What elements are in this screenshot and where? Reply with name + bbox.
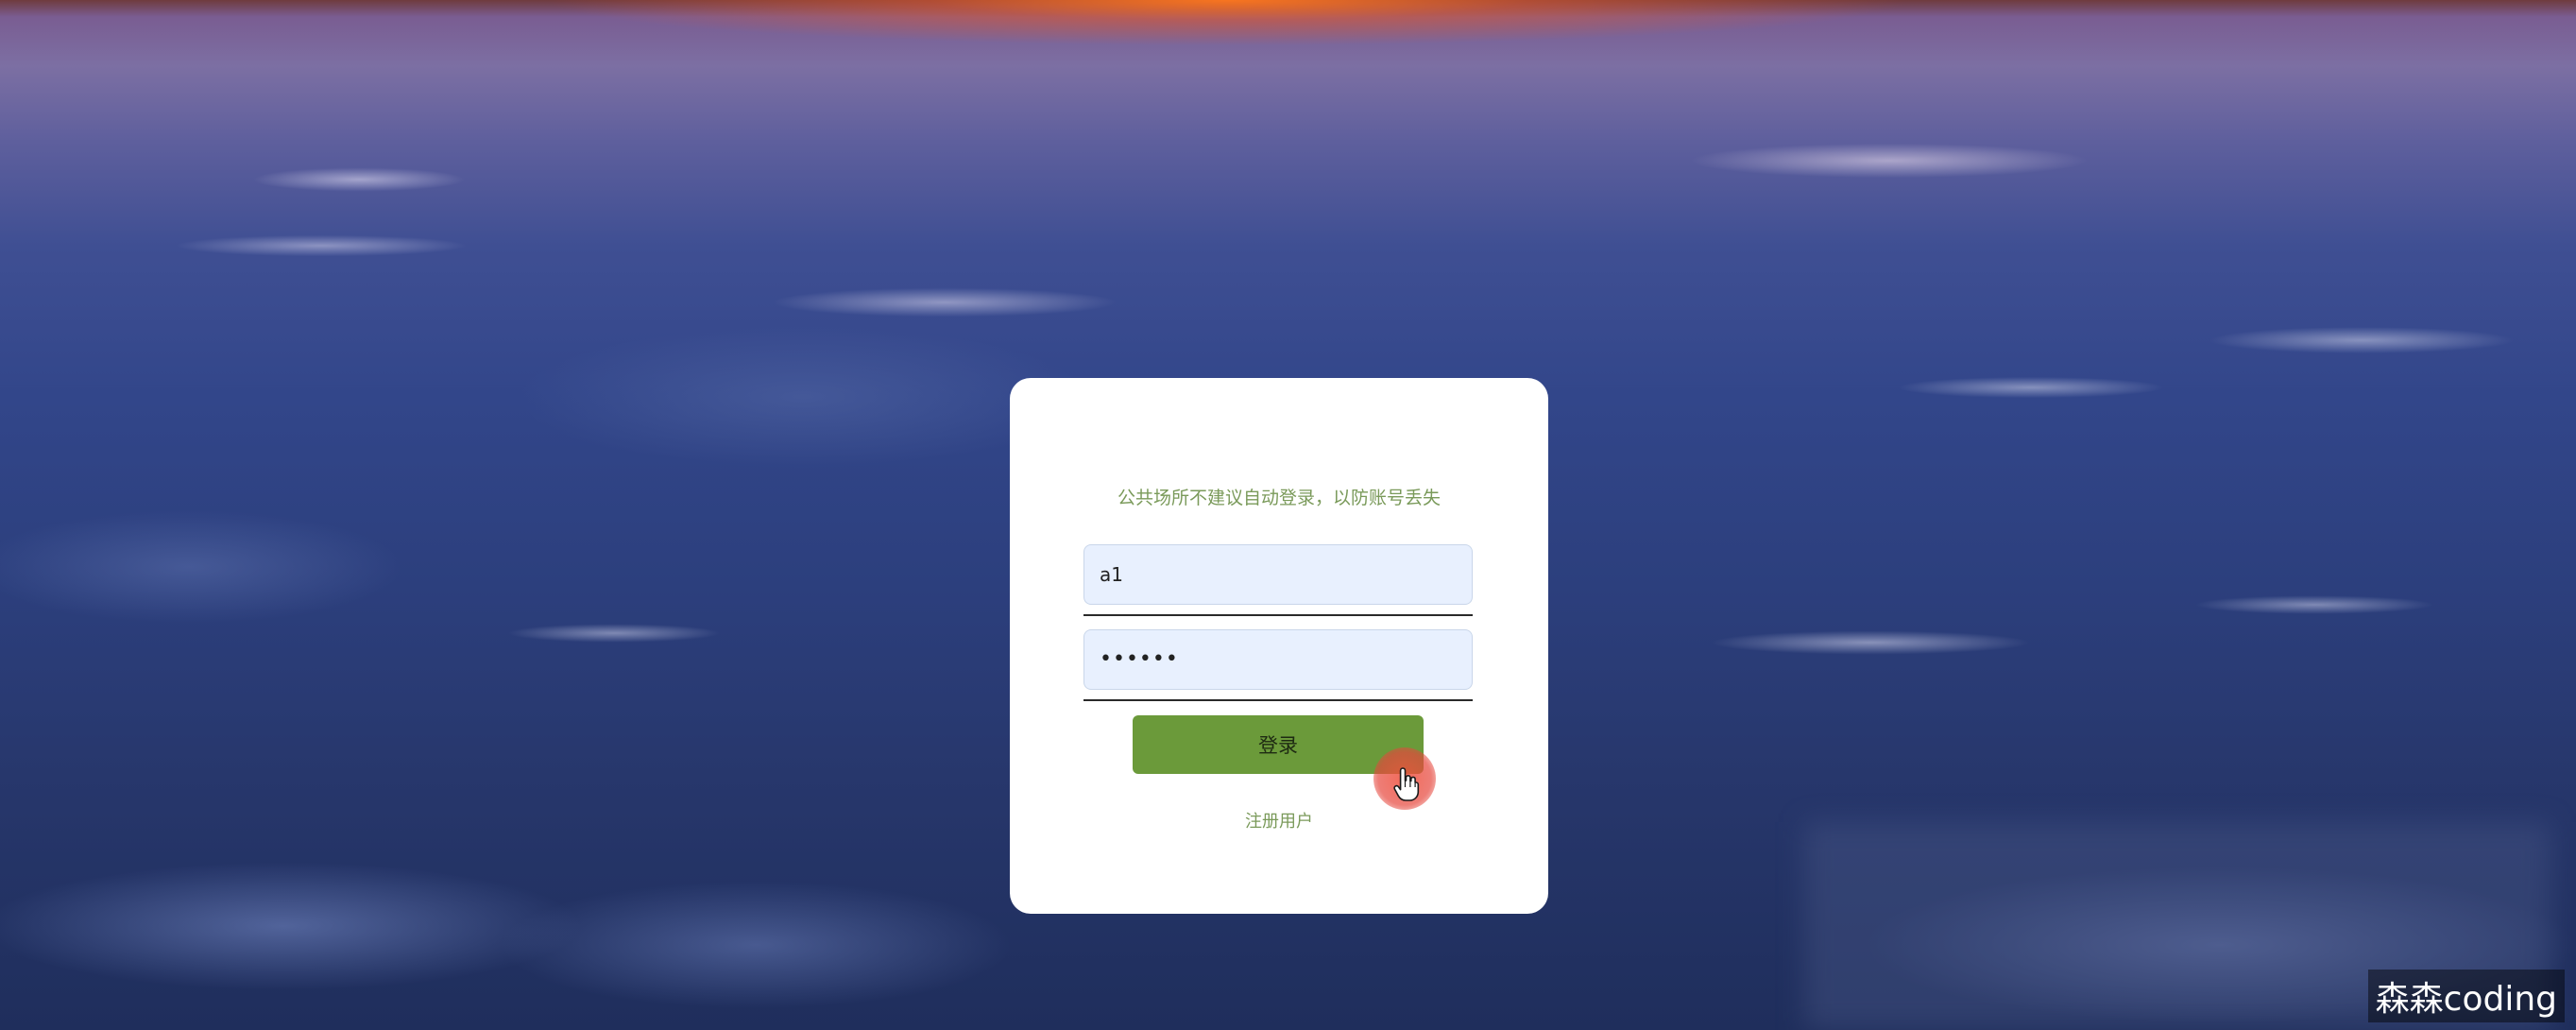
password-field-wrapper: [1083, 629, 1473, 701]
hand-pointer-icon: [1393, 767, 1420, 801]
watermark-label: 森森coding: [2367, 970, 2565, 1022]
password-input[interactable]: [1083, 629, 1473, 690]
login-card: 公共场所不建议自动登录，以防账号丢失 登录 注册用户: [1010, 378, 1548, 914]
security-notice: 公共场所不建议自动登录，以防账号丢失: [1117, 488, 1441, 508]
username-field-wrapper: [1083, 544, 1473, 616]
register-link[interactable]: 注册用户: [1010, 808, 1548, 833]
username-input[interactable]: [1083, 544, 1473, 605]
background-sky-image: 公共场所不建议自动登录，以防账号丢失 登录 注册用户 森森coding: [0, 0, 2576, 1030]
